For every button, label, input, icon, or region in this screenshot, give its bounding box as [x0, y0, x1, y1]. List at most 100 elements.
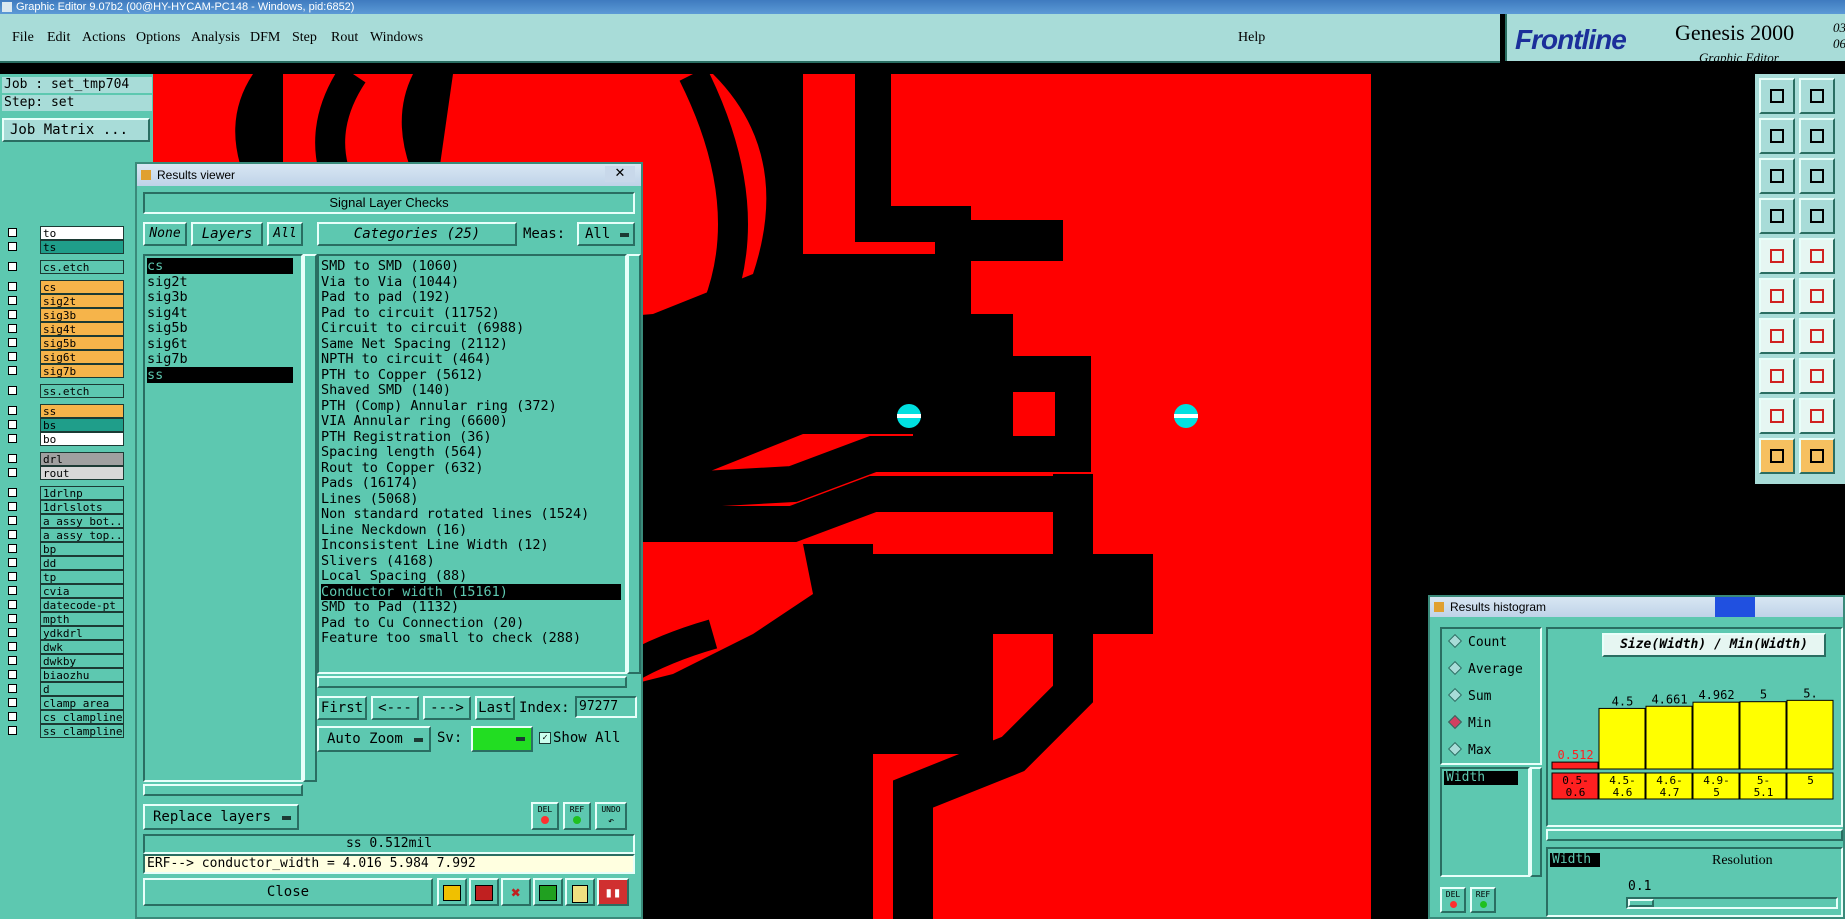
layer-row[interactable]: cs	[4, 280, 124, 294]
layer-checkbox[interactable]	[8, 530, 17, 539]
layer-name[interactable]: clamp_area	[40, 696, 124, 710]
menu-step[interactable]: Step	[292, 30, 317, 46]
layer-row[interactable]: sig4t	[4, 322, 124, 336]
category-item[interactable]: Circuit to circuit (6988)	[321, 320, 621, 336]
menu-options[interactable]: Options	[136, 30, 180, 46]
next-button[interactable]: --->	[423, 696, 471, 720]
category-item[interactable]: PTH to Copper (5612)	[321, 367, 621, 383]
layer-name[interactable]: tp	[40, 570, 124, 584]
hist-del-button[interactable]: DEL	[1440, 887, 1466, 913]
layer-name[interactable]: dd	[40, 556, 124, 570]
category-list-hscrollbar[interactable]	[317, 676, 627, 688]
layer-row[interactable]: sig3b	[4, 308, 124, 322]
layer-checkbox[interactable]	[8, 642, 17, 651]
histogram-bar[interactable]	[1598, 707, 1646, 770]
report-icon[interactable]	[565, 878, 595, 906]
category-item[interactable]: Pad to circuit (11752)	[321, 305, 621, 321]
category-item[interactable]: Feature too small to check (288)	[321, 630, 621, 646]
category-item[interactable]: Conductor width (15161)	[321, 583, 621, 600]
layer-checkbox[interactable]	[8, 324, 17, 333]
layer-row[interactable]: rout	[4, 466, 124, 480]
layer-name[interactable]: dwk	[40, 640, 124, 654]
layer-name[interactable]: sig5b	[40, 336, 124, 350]
category-item[interactable]: VIA Annular ring (6600)	[321, 413, 621, 429]
histogram-bar[interactable]	[1692, 701, 1740, 770]
meas-select[interactable]: All	[577, 222, 635, 246]
layer-name[interactable]: bs	[40, 418, 124, 432]
layer-checkbox[interactable]	[8, 406, 17, 415]
map-icon[interactable]	[437, 878, 467, 906]
layer-row[interactable]: dwkby	[4, 654, 124, 668]
layer-row[interactable]: 1drlnp	[4, 486, 124, 500]
result-layer-item[interactable]: sig2t	[147, 274, 293, 290]
index-field[interactable]: 97277	[575, 696, 637, 718]
select-net-icon[interactable]	[1799, 238, 1835, 274]
layer-row[interactable]: bo	[4, 432, 124, 446]
cross-select-icon[interactable]	[1799, 278, 1835, 314]
layer-row[interactable]: a_assy_bot...	[4, 514, 124, 528]
pointer-select-icon[interactable]	[1799, 438, 1835, 474]
menu-analysis[interactable]: Analysis	[191, 30, 240, 46]
mode-radio-sum[interactable]: Sum	[1446, 687, 1491, 707]
menu-dfm[interactable]: DFM	[250, 30, 280, 46]
layer-name[interactable]: dwkby	[40, 654, 124, 668]
check-icon[interactable]	[533, 878, 563, 906]
category-item[interactable]: Non standard rotated lines (1524)	[321, 506, 621, 522]
layer-name[interactable]: ss.etch	[40, 384, 124, 398]
layer-checkbox[interactable]	[8, 656, 17, 665]
menu-actions[interactable]: Actions	[82, 30, 126, 46]
layer-checkbox[interactable]	[8, 600, 17, 609]
zoom-area-icon[interactable]	[1799, 158, 1835, 194]
layer-row[interactable]: sig7b	[4, 364, 124, 378]
layer-name[interactable]: cs	[40, 280, 124, 294]
layer-checkbox[interactable]	[8, 712, 17, 721]
layer-checkbox[interactable]	[8, 454, 17, 463]
layer-checkbox[interactable]	[8, 502, 17, 511]
menu-help[interactable]: Help	[1238, 30, 1265, 46]
layer-row[interactable]: ss.etch	[4, 384, 124, 398]
layer-row[interactable]: ss	[4, 404, 124, 418]
close-icon[interactable]: ✕	[605, 166, 635, 182]
connect-icon[interactable]	[1759, 278, 1795, 314]
layer-row[interactable]: mpth	[4, 612, 124, 626]
result-layer-item[interactable]: sig6t	[147, 336, 293, 352]
layer-checkbox[interactable]	[8, 628, 17, 637]
layer-name[interactable]: cs_clampline	[40, 710, 124, 724]
del-button[interactable]: DEL	[531, 802, 559, 830]
layer-name[interactable]: to	[40, 226, 124, 240]
histogram-bar[interactable]	[1645, 705, 1693, 770]
category-item[interactable]: Pad to pad (192)	[321, 289, 621, 305]
layer-checkbox[interactable]	[8, 586, 17, 595]
layer-name[interactable]: sig6t	[40, 350, 124, 364]
layer-row[interactable]: to	[4, 226, 124, 240]
layer-row[interactable]: cs_clampline	[4, 710, 124, 724]
delete-feature-icon[interactable]	[469, 878, 499, 906]
last-button[interactable]: Last	[475, 696, 515, 720]
layer-checkbox[interactable]	[8, 262, 17, 271]
layer-checkbox[interactable]	[8, 366, 17, 375]
triangle-measure-icon[interactable]	[1799, 398, 1835, 434]
cross-icon[interactable]: ✖	[501, 878, 531, 906]
category-item[interactable]: SMD to SMD (1060)	[321, 258, 621, 274]
category-item[interactable]: Shaved SMD (140)	[321, 382, 621, 398]
layer-name[interactable]: ydkdrl	[40, 626, 124, 640]
layer-row[interactable]: dd	[4, 556, 124, 570]
first-button[interactable]: First	[317, 696, 367, 720]
layer-checkbox[interactable]	[8, 614, 17, 623]
category-item[interactable]: Spacing length (564)	[321, 444, 621, 460]
mode-radio-count[interactable]: Count	[1446, 633, 1507, 653]
layer-name[interactable]: cvia	[40, 584, 124, 598]
layer-name[interactable]: d	[40, 682, 124, 696]
zoom-home-icon[interactable]	[1759, 78, 1795, 114]
layer-checkbox[interactable]	[8, 468, 17, 477]
category-item[interactable]: Via to Via (1044)	[321, 274, 621, 290]
category-item[interactable]: Pad to Cu Connection (20)	[321, 615, 621, 631]
category-item[interactable]: Same Net Spacing (2112)	[321, 336, 621, 352]
mode-radio-min[interactable]: Min	[1446, 714, 1491, 734]
layer-checkbox[interactable]	[8, 434, 17, 443]
all-button[interactable]: All	[267, 222, 303, 246]
layer-row[interactable]: clamp_area	[4, 696, 124, 710]
layer-row[interactable]: bs	[4, 418, 124, 432]
triangle-icon[interactable]	[1759, 398, 1795, 434]
layers-button[interactable]: Layers	[191, 222, 263, 246]
